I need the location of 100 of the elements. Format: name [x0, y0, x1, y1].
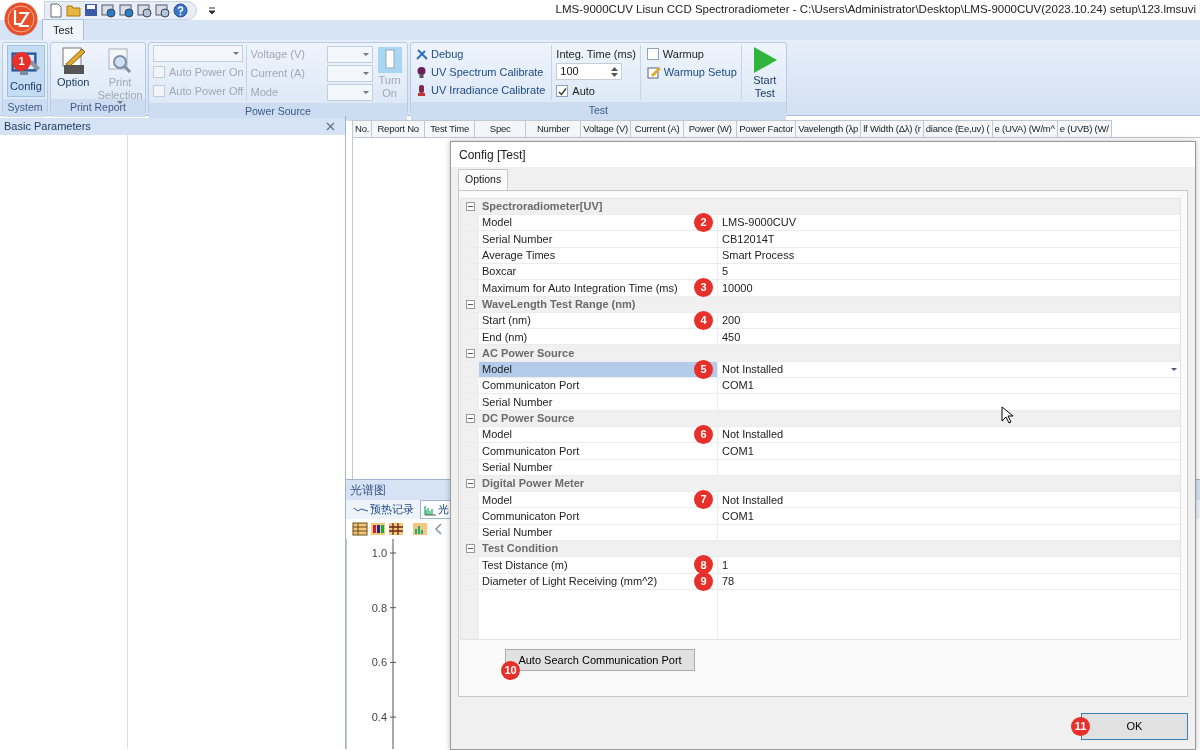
help-icon[interactable]	[173, 2, 188, 18]
column-header[interactable]: Voltage (V)	[581, 120, 632, 137]
property-name[interactable]: Model 7	[479, 492, 718, 508]
dropdown-field[interactable]	[326, 83, 373, 101]
property-name[interactable]: Model 2	[479, 215, 718, 231]
axis-label: 0.8	[371, 601, 387, 614]
property-name[interactable]: Serial Number	[479, 231, 718, 247]
category-label: Spectroradiometer[UV]	[482, 199, 603, 215]
caret-icon	[362, 52, 369, 56]
property-name[interactable]: Test Distance (m) 8	[479, 557, 718, 573]
property-name[interactable]: Maximum for Auto Integration Time (ms) 3	[479, 280, 718, 296]
dialog-tab[interactable]: Options	[458, 169, 509, 190]
ribbon-tab[interactable]: Test	[42, 18, 85, 40]
property-name[interactable]: Serial Number	[479, 459, 718, 475]
property-value: 5	[722, 264, 729, 280]
column-header[interactable]: No.	[352, 120, 373, 137]
property-value: COM1	[722, 378, 754, 394]
collapse-icon[interactable]	[465, 413, 475, 423]
dropdown-field[interactable]	[153, 45, 243, 62]
axis-label: 0.4	[371, 711, 387, 724]
category-label: AC Power Source	[482, 345, 575, 361]
ribbon-link[interactable]: UV Irradiance Calibrate	[415, 81, 546, 99]
property-name[interactable]: Diameter of Light Receiving (mm^2) 9	[479, 573, 718, 589]
window-gear-icon[interactable]	[155, 2, 170, 18]
property-name[interactable]: Communicaton Port	[479, 378, 718, 394]
property-name[interactable]: Start (nm) 4	[479, 312, 718, 329]
collapse-icon[interactable]	[465, 348, 475, 358]
dropdown-caret-icon[interactable]	[1170, 365, 1178, 374]
dropdown-field[interactable]	[326, 45, 373, 63]
column-header[interactable]: Number	[526, 120, 582, 137]
ribbon-link[interactable]: Warmup Setup	[646, 63, 737, 81]
collapse-icon[interactable]	[465, 299, 475, 309]
grid-icon[interactable]	[388, 521, 404, 538]
table-icon[interactable]	[352, 521, 368, 538]
ribbon-link[interactable]: UV Spectrum Calibrate	[415, 63, 546, 81]
column-header[interactable]: e (UVB) (W/	[1057, 120, 1112, 137]
property-value: Not Installed	[722, 427, 784, 443]
column-header[interactable]: lf Width (Δλ) (r	[861, 120, 924, 137]
property-value: COM1	[722, 443, 754, 459]
color-bars-icon[interactable]	[370, 521, 386, 538]
field-label: Current (A)	[250, 65, 306, 81]
category-label: DC Power Source	[482, 411, 575, 426]
checkbox-label: Auto	[572, 83, 595, 99]
column-header[interactable]: Spec	[475, 120, 527, 137]
ribbon-button[interactable]: Option	[55, 45, 92, 97]
tools-icon	[415, 47, 428, 61]
property-name[interactable]: Serial Number	[479, 524, 718, 540]
category-label: Test Condition	[482, 541, 559, 557]
chart-icon[interactable]	[412, 521, 428, 538]
property-name[interactable]: Communicaton Port	[479, 443, 718, 459]
category-label: WaveLength Test Range (nm)	[482, 296, 636, 312]
new-document-icon[interactable]	[49, 2, 63, 18]
dialog-title: Config [Test]	[459, 146, 526, 164]
save-icon[interactable]	[84, 3, 98, 17]
property-value: 450	[722, 329, 741, 345]
column-header[interactable]: Power Factor	[737, 120, 797, 137]
integration-time-field[interactable]: 100	[556, 63, 623, 80]
window-gear-icon[interactable]	[137, 2, 152, 18]
field-label: Integ. Time (ms)	[556, 46, 636, 62]
checkbox-label: Auto Power On	[169, 64, 244, 80]
checkbox[interactable]	[646, 48, 659, 60]
customize-icon[interactable]	[207, 5, 217, 15]
property-value: 78	[722, 574, 735, 589]
column-header[interactable]: diance (Ee,uv) (	[923, 120, 993, 137]
caret-icon	[362, 90, 369, 94]
collapse-icon[interactable]	[465, 201, 475, 211]
collapse-icon[interactable]	[465, 478, 475, 488]
ribbon-button[interactable]: Start Test	[747, 45, 782, 101]
property-name[interactable]: Serial Number	[479, 394, 718, 410]
property-value: 1	[722, 557, 729, 573]
close-icon[interactable]	[326, 122, 335, 131]
property-name[interactable]: Average Times	[479, 247, 718, 263]
window-gear-icon[interactable]	[101, 2, 116, 18]
column-header[interactable]: Vavelength (λp	[796, 120, 862, 137]
checkbox[interactable]	[556, 85, 569, 97]
property-value: COM1	[722, 508, 754, 524]
column-header[interactable]: e (UVA) (W/m^	[992, 120, 1058, 137]
ribbon-link[interactable]: Debug	[415, 45, 546, 63]
group-label: System	[3, 99, 47, 117]
group-label: Test	[411, 102, 786, 121]
property-name[interactable]: Model 6	[479, 426, 718, 443]
property-name[interactable]: End (nm)	[479, 329, 718, 345]
column-header[interactable]: Test Time	[425, 120, 476, 137]
panel-tab[interactable]: 预热记录	[350, 500, 418, 519]
window-title: LMS-9000CUV Lisun CCD Spectroradiometer - C:\Users\Administrator\Desktop\LMS-9000CUV(2023.10.24) setup\123.lmsuvi	[555, 2, 1197, 18]
column-header[interactable]: Power (W)	[684, 120, 738, 137]
dropdown-field[interactable]	[326, 64, 373, 82]
property-value: Not Installed	[722, 362, 784, 378]
property-name[interactable]: Communicaton Port	[479, 508, 718, 524]
wave-icon	[354, 505, 368, 514]
window-gear-icon[interactable]	[119, 2, 134, 18]
ribbon-button[interactable]: Config 1	[7, 45, 45, 97]
column-header[interactable]: Current (A)	[631, 120, 685, 137]
panel-title: Basic Parameters	[4, 119, 91, 135]
property-value: Not Installed	[722, 492, 784, 508]
spin-arrows-icon[interactable]	[611, 66, 619, 77]
pencil-note-icon	[646, 65, 661, 79]
checkbox-label: Auto Power Off	[169, 83, 244, 99]
column-header[interactable]: Report No	[372, 120, 426, 137]
collapse-icon[interactable]	[465, 544, 475, 554]
